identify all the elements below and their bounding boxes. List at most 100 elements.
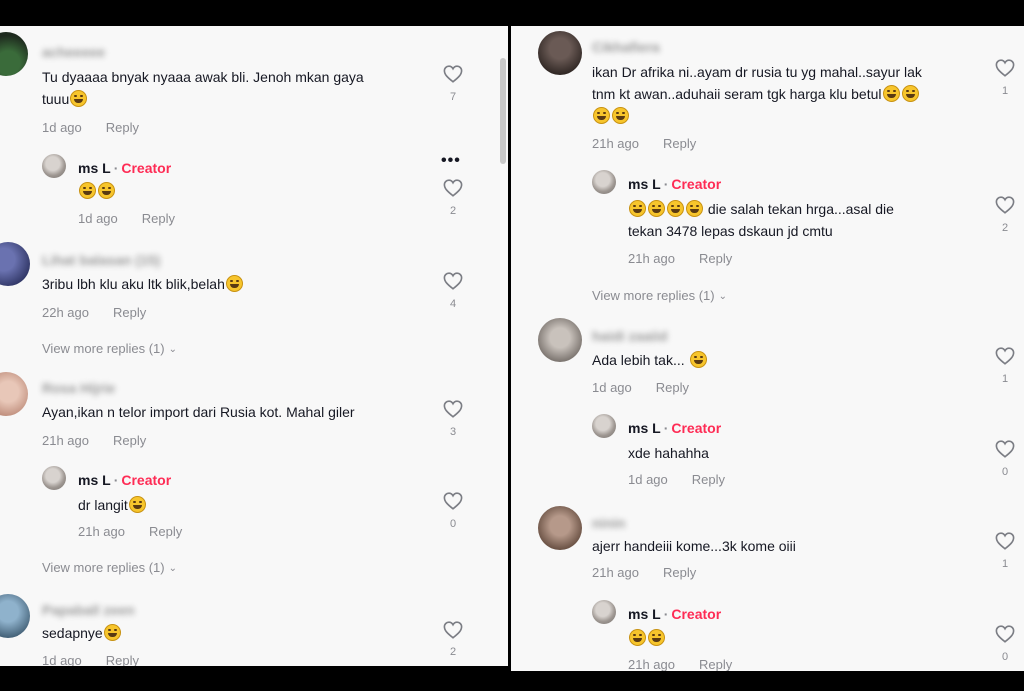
avatar[interactable] [538,31,582,75]
comments-panel-left: acheeeee Tu dyaaaa bnyak nyaaa awak bli.… [0,26,508,666]
laughing-emoji-icon [629,629,646,646]
view-more-replies-button[interactable]: View more replies (1) ⌄ [42,560,177,575]
comment-username[interactable]: Lihat balasan (15) [42,252,160,268]
like-count: 2 [1001,222,1009,234]
comment-text: Ayan,ikan n telor import dari Rusia kot.… [42,404,355,420]
comment-text: tnm kt awan..aduhaii seram tgk harga klu… [592,83,920,105]
creator-badge: Creator [121,160,172,176]
reply-author[interactable]: ms L · Creator [628,606,721,622]
laughing-emoji-icon [79,182,96,199]
avatar[interactable] [0,32,28,76]
avatar[interactable] [0,594,30,638]
reply-author[interactable]: ms L · Creator [78,472,171,488]
heart-outline-icon[interactable] [443,272,463,290]
heart-outline-icon[interactable] [995,625,1015,643]
reply-button[interactable]: Reply [663,565,696,580]
comment-username[interactable]: haidi zaaiid [592,328,667,344]
reply-text [628,627,666,649]
timestamp: 21h ago [628,251,675,266]
reply-button[interactable]: Reply [699,251,732,266]
comment-username[interactable]: acheeeee [42,44,105,60]
avatar[interactable] [538,318,582,362]
like-count: 1 [1001,373,1009,385]
scrollbar-thumb[interactable] [500,58,506,164]
laughing-emoji-icon [686,200,703,217]
laughing-emoji-icon [70,90,88,107]
avatar[interactable] [592,414,616,438]
reply-meta: 1d ago Reply [78,211,175,226]
avatar[interactable] [42,154,66,178]
reply-button[interactable]: Reply [663,136,696,151]
like-count: 0 [449,518,457,530]
timestamp: 1d ago [42,653,82,666]
laughing-emoji-icon [882,85,900,102]
like-count: 2 [449,646,457,658]
more-options-icon[interactable]: ••• [441,152,461,170]
creator-badge: Creator [671,420,722,436]
comment-username[interactable]: Papaball zeen [42,602,135,618]
comment-meta: 1d ago Reply [592,380,689,395]
reply-button[interactable]: Reply [106,120,139,135]
laughing-emoji-icon [612,107,629,124]
chevron-down-icon: ⌄ [168,563,177,574]
comment-meta: 21h ago Reply [592,565,696,580]
avatar[interactable] [592,170,616,194]
reply-button[interactable]: Reply [106,653,139,666]
reply-button[interactable]: Reply [699,657,732,671]
reply-button[interactable]: Reply [656,380,689,395]
heart-outline-icon[interactable] [443,179,463,197]
timestamp: 21h ago [628,657,675,671]
heart-outline-icon[interactable] [443,65,463,83]
creator-badge: Creator [121,472,172,488]
reply-meta: 21h ago Reply [628,657,732,671]
comment-text: Ada lebih tak... [592,349,708,371]
like-count: 0 [1001,466,1009,478]
reply-author[interactable]: ms L · Creator [628,420,721,436]
heart-outline-icon[interactable] [443,492,463,510]
heart-outline-icon[interactable] [995,59,1015,77]
reply-meta: 21h ago Reply [628,251,732,266]
comment-meta: 1d ago Reply [42,653,139,666]
like-count: 2 [449,205,457,217]
avatar[interactable] [42,466,66,490]
reply-button[interactable]: Reply [113,305,146,320]
comment-username[interactable]: ninin [592,515,625,531]
reply-text: tekan 3478 lepas dskaun jd cmtu [628,223,833,239]
heart-outline-icon[interactable] [995,532,1015,550]
comment-text: ajerr handeiii kome...3k kome oiii [592,538,796,554]
reply-author[interactable]: ms L · Creator [628,176,721,192]
reply-button[interactable]: Reply [142,211,175,226]
reply-button[interactable]: Reply [113,433,146,448]
creator-badge: Creator [671,606,722,622]
timestamp: 1d ago [42,120,82,135]
view-more-replies-button[interactable]: View more replies (1) ⌄ [42,341,177,356]
heart-outline-icon[interactable] [995,347,1015,365]
avatar[interactable] [0,242,30,286]
laughing-emoji-icon [98,182,115,199]
heart-outline-icon[interactable] [443,400,463,418]
comment-username[interactable]: Cikhafiera [592,39,660,55]
view-more-replies-button[interactable]: View more replies (1) ⌄ [592,288,727,303]
comment-username[interactable]: Rosa Hijrie [42,380,115,396]
laughing-emoji-icon [689,351,707,368]
heart-outline-icon[interactable] [995,440,1015,458]
comment-text [592,105,630,127]
creator-badge: Creator [671,176,722,192]
heart-outline-icon[interactable] [443,621,463,639]
reply-button[interactable]: Reply [149,524,182,539]
avatar[interactable] [538,506,582,550]
laughing-emoji-icon [225,275,243,292]
comments-panel-right: Cikhafiera ikan Dr afrika ni..ayam dr ru… [511,26,1024,671]
timestamp: 1d ago [592,380,632,395]
timestamp: 21h ago [592,136,639,151]
comment-meta: 21h ago Reply [592,136,696,151]
laughing-emoji-icon [648,200,665,217]
comment-text: sedapnye [42,622,122,644]
avatar[interactable] [592,600,616,624]
reply-author[interactable]: ms L · Creator [78,160,171,176]
avatar[interactable] [0,372,28,416]
reply-text [78,180,116,202]
reply-button[interactable]: Reply [692,472,725,487]
reply-meta: 21h ago Reply [78,524,182,539]
heart-outline-icon[interactable] [995,196,1015,214]
